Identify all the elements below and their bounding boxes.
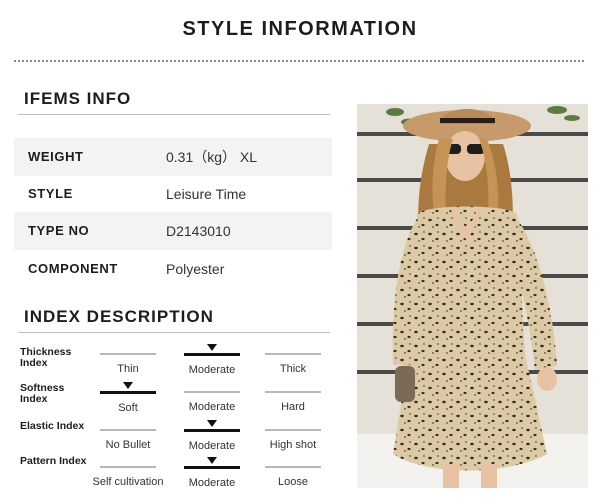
option-label: Moderate [188, 477, 236, 489]
option-label: High shot [269, 439, 317, 451]
scale-bar [265, 466, 321, 468]
thickness-option-thin: Thin [91, 353, 165, 375]
thickness-option-moderate: Moderate [175, 344, 249, 376]
index-label-elastic: Elastic Index [20, 420, 85, 432]
info-value: 0.31（kg） XL [166, 149, 258, 165]
scale-bar [100, 353, 156, 355]
option-label: No Bullet [105, 439, 151, 451]
model-illustration [357, 104, 588, 488]
option-label: Soft [118, 402, 138, 414]
option-label: Loose [278, 476, 308, 488]
softness-option-soft: Soft [91, 382, 165, 414]
scale-bar [184, 429, 240, 432]
info-row-style: STYLE Leisure Time [14, 175, 332, 213]
scale-bar [265, 391, 321, 393]
option-label: Moderate [188, 440, 236, 452]
info-label: WEIGHT [28, 149, 84, 164]
scale-bar [265, 429, 321, 431]
info-row-component: COMPONENT Polyester [14, 250, 332, 288]
pattern-option-self-cultivation: Self cultivation [91, 466, 165, 488]
info-row-type-no: TYPE NO D2143010 [14, 212, 332, 250]
scale-bar [100, 429, 156, 431]
elastic-option-high-shot: High shot [256, 429, 330, 451]
scale-bar [100, 391, 156, 394]
info-label: TYPE NO [28, 223, 90, 238]
index-label-pattern: Pattern Index [20, 455, 87, 467]
selected-indicator-icon [207, 420, 217, 427]
scale-bar [265, 353, 321, 355]
option-label: Moderate [188, 364, 236, 376]
info-label: COMPONENT [28, 261, 118, 276]
softness-option-hard: Hard [256, 391, 330, 413]
dotted-divider [14, 60, 584, 62]
info-value: D2143010 [166, 223, 231, 239]
softness-option-moderate: Moderate [175, 391, 249, 413]
scale-bar [184, 353, 240, 356]
elastic-option-no-bullet: No Bullet [91, 429, 165, 451]
elastic-option-moderate: Moderate [175, 420, 249, 452]
pattern-option-loose: Loose [256, 466, 330, 488]
items-info-title: IFEMS INFO [24, 89, 132, 108]
pattern-option-moderate: Moderate [175, 457, 249, 489]
option-label: Thick [279, 363, 307, 375]
index-description-title: INDEX DESCRIPTION [24, 307, 214, 326]
option-label: Hard [281, 401, 305, 413]
index-label-softness: Softness Index [20, 382, 65, 405]
scale-bar [100, 466, 156, 468]
selected-indicator-icon [123, 382, 133, 389]
items-info-underline [18, 114, 330, 115]
info-label: STYLE [28, 186, 73, 201]
option-label: Self cultivation [92, 476, 164, 488]
option-label: Moderate [188, 401, 236, 413]
index-label-thickness: Thickness Index [20, 346, 72, 369]
index-description-underline [18, 332, 330, 333]
info-row-weight: WEIGHT 0.31（kg） XL [14, 138, 332, 176]
selected-indicator-icon [207, 457, 217, 464]
product-photo [357, 104, 588, 488]
info-value: Polyester [166, 261, 225, 277]
option-label: Thin [117, 363, 139, 375]
thickness-option-thick: Thick [256, 353, 330, 375]
info-value: Leisure Time [166, 186, 247, 202]
scale-bar [184, 466, 240, 469]
selected-indicator-icon [207, 344, 217, 351]
page-title: STYLE INFORMATION [182, 18, 418, 40]
scale-bar [184, 391, 240, 393]
